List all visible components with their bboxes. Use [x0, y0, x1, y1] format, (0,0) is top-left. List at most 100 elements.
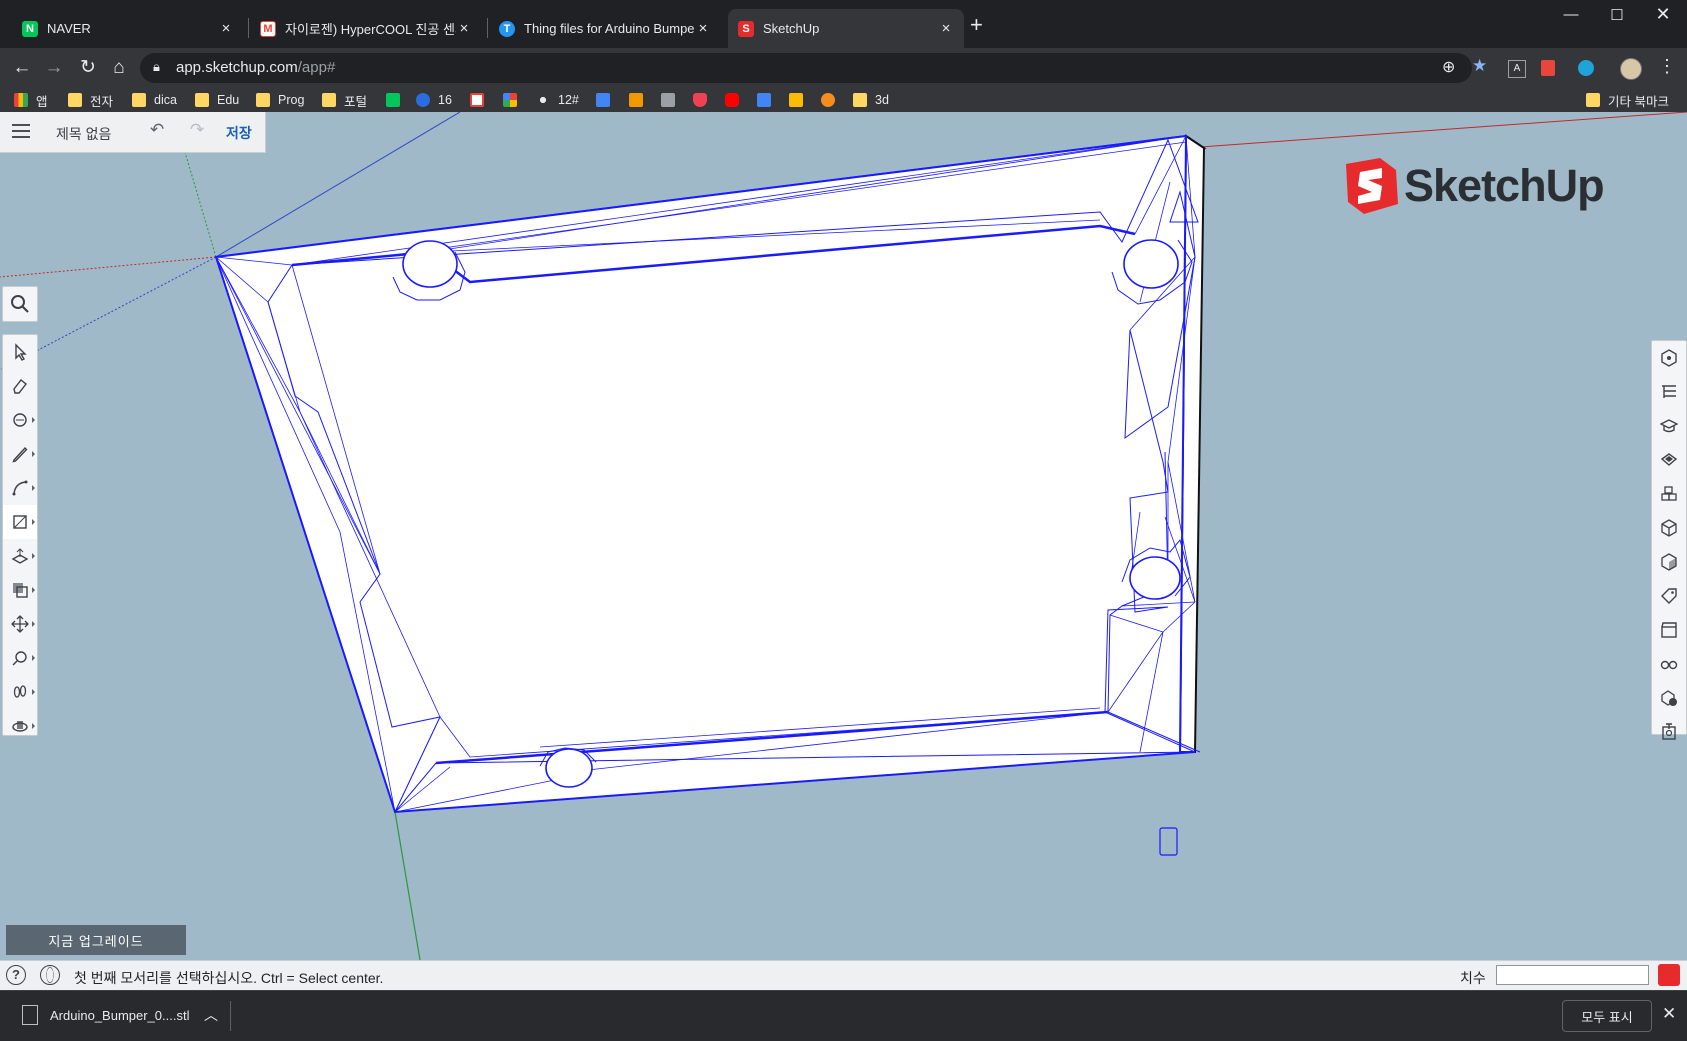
- extension-office-icon[interactable]: [1541, 60, 1555, 76]
- extension-blue-icon[interactable]: [1578, 60, 1594, 76]
- walk-tool-button[interactable]: [3, 675, 37, 709]
- extension-translate-icon[interactable]: A: [1508, 60, 1526, 78]
- footprints-icon: [13, 685, 27, 698]
- help-icon[interactable]: ?: [6, 965, 26, 985]
- redo-icon[interactable]: ↷: [190, 120, 204, 140]
- bookmark-maps[interactable]: [789, 90, 811, 110]
- hole-bottom-right[interactable]: [1129, 556, 1181, 600]
- download-item[interactable]: Arduino_Bumper_0....stl ︿: [8, 991, 230, 1041]
- profile-avatar[interactable]: [1620, 58, 1642, 80]
- bookmark-naver[interactable]: [386, 90, 408, 110]
- home-button[interactable]: ⌂: [107, 56, 131, 80]
- tab-gmail[interactable]: M 자이로젠) HyperCOOL 진공 센서 ×: [250, 9, 482, 48]
- bookmark-folder-prog[interactable]: Prog: [256, 90, 304, 110]
- bookmark-folder-edu[interactable]: Edu: [195, 90, 239, 110]
- solid-inspector-panel-button[interactable]: [1652, 715, 1686, 749]
- reload-button[interactable]: ↻: [76, 56, 100, 80]
- bookmark-orange[interactable]: [821, 90, 843, 110]
- instructor-panel-button[interactable]: [1652, 409, 1686, 443]
- bookmark-folder-dica[interactable]: dica: [132, 90, 177, 110]
- globe-icon[interactable]: [40, 965, 60, 985]
- bookmark-printer[interactable]: [661, 90, 683, 110]
- bookmark-gmail[interactable]: [470, 90, 492, 110]
- bookmark-pocket[interactable]: [693, 90, 715, 110]
- chevron-up-icon[interactable]: ︿: [204, 1005, 218, 1025]
- hole-top-right[interactable]: [1123, 239, 1179, 289]
- bookmark-calendar[interactable]: [596, 90, 618, 110]
- pencil-tool-button[interactable]: [3, 437, 37, 471]
- bookmark-folder-electronics[interactable]: 전자: [68, 90, 113, 110]
- upgrade-now-button[interactable]: 지금 업그레이드: [6, 925, 186, 955]
- tab-thingiverse[interactable]: T Thing files for Arduino Bumper ×: [489, 9, 721, 48]
- document-title[interactable]: 제목 없음: [56, 124, 111, 144]
- bookmark-translate[interactable]: [757, 90, 779, 110]
- outliner-panel-button[interactable]: [1652, 375, 1686, 409]
- window-close-button[interactable]: ✕: [1640, 4, 1686, 25]
- close-icon[interactable]: ×: [695, 20, 711, 37]
- views-panel-button[interactable]: [1652, 545, 1686, 579]
- url-host: app.sketchup.com: [176, 59, 298, 76]
- arc-tool-button[interactable]: [3, 471, 37, 505]
- styles-icon: [1661, 519, 1677, 537]
- star-icon[interactable]: ★: [1472, 56, 1487, 76]
- model-scene[interactable]: [0, 112, 1687, 960]
- downloads-bar: Arduino_Bumper_0....stl ︿ 모두 표시 ✕: [0, 990, 1687, 1041]
- solid-inspector-icon: [1662, 723, 1676, 740]
- bookmark-pinwheel[interactable]: [503, 90, 525, 110]
- minimize-button[interactable]: —: [1548, 6, 1594, 23]
- sketchup-status-icon[interactable]: [1658, 964, 1680, 986]
- model-info-panel-button[interactable]: [1652, 681, 1686, 715]
- close-downloads-icon[interactable]: ✕: [1662, 1004, 1676, 1024]
- close-icon[interactable]: ×: [218, 20, 234, 37]
- add-icon[interactable]: ⊕: [1442, 57, 1455, 77]
- back-button[interactable]: ←: [10, 56, 34, 80]
- tab-naver[interactable]: N NAVER ×: [12, 9, 244, 48]
- bookmark-folder-other[interactable]: 기타 북마크: [1586, 90, 1669, 110]
- bookmark-folder-portal[interactable]: 포털: [322, 90, 367, 110]
- tape-measure-tool-button[interactable]: [3, 641, 37, 675]
- measurements-input[interactable]: [1496, 965, 1649, 985]
- forward-button[interactable]: →: [42, 56, 66, 80]
- bookmark-youtube[interactable]: [725, 90, 747, 110]
- modeling-viewport[interactable]: 제목 없음 ↶ ↷ 저장 SketchUp 지금 업그레이드: [0, 112, 1687, 960]
- push-pull-tool-button[interactable]: [3, 539, 37, 573]
- components-icon: [1661, 486, 1677, 501]
- entity-info-panel-button[interactable]: [1652, 341, 1686, 375]
- hole-bottom-left[interactable]: [545, 748, 593, 788]
- bookmark-r[interactable]: [629, 90, 651, 110]
- show-all-downloads-button[interactable]: 모두 표시: [1562, 1000, 1652, 1032]
- new-tab-button[interactable]: +: [970, 12, 983, 38]
- tags-panel-button[interactable]: [1652, 579, 1686, 613]
- address-bar[interactable]: 🔒︎ app.sketchup.com/app# ⊕ ★: [140, 53, 1487, 83]
- orbit-tool-button[interactable]: [3, 709, 37, 743]
- bookmark-12[interactable]: 12#: [536, 90, 579, 110]
- close-icon[interactable]: ×: [456, 20, 472, 37]
- bookmark-apps[interactable]: 앱: [14, 90, 48, 110]
- materials-panel-button[interactable]: [1652, 443, 1686, 477]
- bookmark-folder-3d[interactable]: 3d: [853, 90, 889, 110]
- calendar-icon: [596, 93, 610, 107]
- clapperboard-icon: [1661, 622, 1677, 638]
- browser-menu-icon[interactable]: ⋮: [1658, 56, 1676, 77]
- components-panel-button[interactable]: [1652, 477, 1686, 511]
- save-button[interactable]: 저장: [226, 123, 252, 143]
- lock-icon: 🔒︎: [153, 59, 160, 74]
- bookmark-d16[interactable]: 16: [416, 90, 452, 110]
- eraser-tool-button[interactable]: [3, 369, 37, 403]
- rectangle-tool-button[interactable]: [3, 505, 37, 539]
- offset-tool-button[interactable]: [3, 573, 37, 607]
- display-panel-button[interactable]: [1652, 647, 1686, 681]
- tab-sketchup[interactable]: S SketchUp ×: [728, 9, 964, 48]
- undo-icon[interactable]: ↶: [150, 120, 164, 140]
- scenes-panel-button[interactable]: [1652, 613, 1686, 647]
- hamburger-menu-icon[interactable]: [12, 124, 30, 138]
- close-icon[interactable]: ×: [938, 20, 954, 37]
- tab-divider: [487, 18, 488, 38]
- paint-tool-button[interactable]: [3, 403, 37, 437]
- styles-panel-button[interactable]: [1652, 511, 1686, 545]
- search-tool-button[interactable]: [3, 287, 37, 321]
- move-tool-button[interactable]: [3, 607, 37, 641]
- select-tool-button[interactable]: [3, 335, 37, 369]
- maximize-button[interactable]: ☐: [1594, 6, 1640, 24]
- hole-top-left[interactable]: [402, 240, 458, 288]
